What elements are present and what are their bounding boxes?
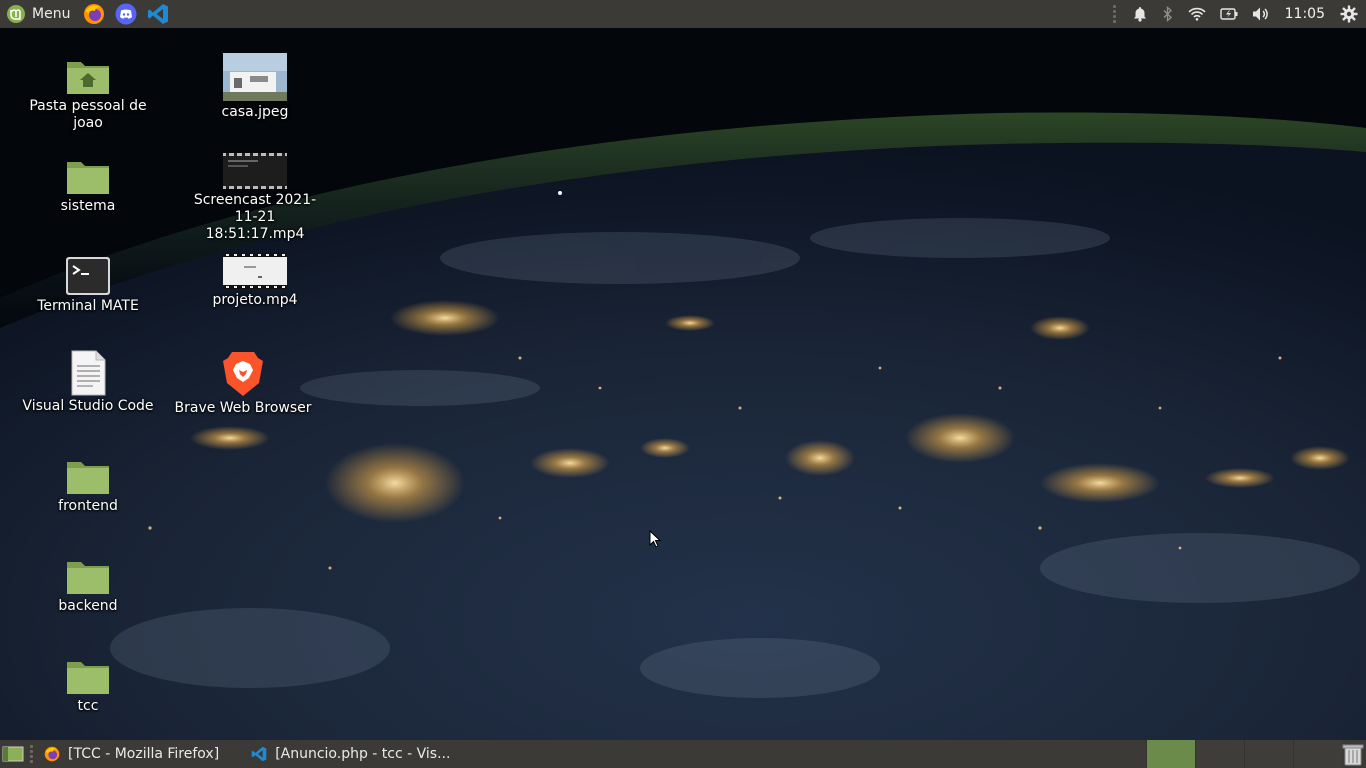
icon-label: Visual Studio Code (22, 398, 154, 414)
desktop-icon-home-folder[interactable]: Pasta pessoal de joao (18, 56, 158, 132)
panel-handle (1112, 5, 1117, 23)
folder-icon (67, 562, 109, 594)
desktop-icon-screencast[interactable]: Screencast 2021-11-21 18:51:17.mp4 (185, 152, 325, 243)
taskbar-label: [TCC - Mozilla Firefox] (68, 746, 220, 762)
notification-bell-icon (1133, 7, 1146, 22)
mouse-pointer-icon (649, 530, 661, 548)
show-desktop-icon (2, 746, 24, 762)
icon-label: frontend (58, 498, 118, 514)
icon-label: casa.jpeg (221, 104, 289, 120)
taskbar-label: [Anuncio.php - tcc - Vis... (275, 746, 451, 762)
icon-label: Screencast 2021-11-21 18:51:17.mp4 (193, 192, 317, 242)
vscode-icon (251, 746, 267, 762)
desktop[interactable]: Pasta pessoal de joao sistema Terminal M… (0, 28, 1366, 740)
home-folder-icon (67, 62, 109, 94)
workspace-switcher (1146, 740, 1342, 768)
folder-icon (67, 662, 109, 694)
trash-icon[interactable] (1342, 742, 1364, 766)
icon-label: Brave Web Browser (174, 400, 312, 416)
firefox-icon (84, 4, 105, 24)
video-thumbnail-icon (223, 153, 287, 189)
vscode-icon (148, 4, 169, 24)
workspace-4[interactable] (1293, 740, 1342, 768)
icon-label: Pasta pessoal de joao (29, 98, 147, 131)
menu-label: Menu (32, 6, 71, 22)
workspace-3[interactable] (1244, 740, 1293, 768)
system-tray: 11:05 (1112, 0, 1366, 28)
firefox-launcher[interactable] (82, 2, 106, 26)
desktop-icon-terminal[interactable]: Terminal MATE (18, 256, 158, 315)
desktop-icon-vscode[interactable]: Visual Studio Code (18, 350, 158, 415)
settings-button[interactable] (1340, 0, 1358, 28)
icon-label: backend (58, 598, 118, 614)
desktop-icon-folder[interactable]: sistema (18, 156, 158, 215)
workspace-1[interactable] (1146, 740, 1195, 768)
firefox-icon (44, 746, 60, 762)
taskbar-item-vscode[interactable]: [Anuncio.php - tcc - Vis... (243, 740, 458, 768)
panel-handle (30, 745, 34, 763)
bluetooth-icon (1163, 6, 1172, 22)
taskbar-item-firefox[interactable]: [TCC - Mozilla Firefox] (36, 740, 227, 768)
mint-logo-icon (7, 5, 25, 23)
discord-icon (115, 3, 137, 25)
battery-button[interactable] (1219, 0, 1238, 28)
bottom-panel: [TCC - Mozilla Firefox] [Anuncio.php - t… (0, 740, 1366, 768)
desktop-icon-folder[interactable]: frontend (18, 456, 158, 515)
workspace-2[interactable] (1195, 740, 1244, 768)
show-desktop-button[interactable] (0, 745, 24, 763)
video-thumbnail-icon (223, 253, 287, 289)
icon-label: projeto.mp4 (212, 292, 298, 308)
desktop-icon-brave[interactable]: Brave Web Browser (173, 350, 313, 417)
desktop-icon-casa-jpeg[interactable]: casa.jpeg (185, 52, 325, 121)
brave-icon (223, 352, 263, 396)
vscode-launcher[interactable] (146, 2, 170, 26)
wifi-icon (1188, 7, 1206, 21)
icon-label: tcc (77, 698, 99, 714)
image-thumbnail-icon (223, 53, 287, 101)
volume-icon (1252, 7, 1268, 21)
folder-icon (67, 162, 109, 194)
terminal-icon (66, 257, 110, 295)
top-panel: Menu 11:05 (0, 0, 1366, 28)
icon-label: sistema (60, 198, 116, 214)
folder-icon (67, 462, 109, 494)
icon-label: Terminal MATE (37, 298, 139, 314)
main-menu-button[interactable]: Menu (0, 0, 70, 28)
notifications-button[interactable] (1132, 0, 1148, 28)
gear-icon (1340, 5, 1358, 23)
desktop-icon-folder[interactable]: tcc (18, 656, 158, 715)
network-button[interactable] (1188, 0, 1206, 28)
discord-launcher[interactable] (114, 2, 138, 26)
volume-button[interactable] (1252, 0, 1270, 28)
desktop-icon-projeto-mp4[interactable]: projeto.mp4 (185, 252, 325, 309)
clock[interactable]: 11:05 (1285, 6, 1325, 22)
desktop-icon-folder[interactable]: backend (18, 556, 158, 615)
bluetooth-button[interactable] (1162, 0, 1174, 28)
text-file-icon (71, 350, 106, 396)
battery-icon (1219, 8, 1238, 20)
